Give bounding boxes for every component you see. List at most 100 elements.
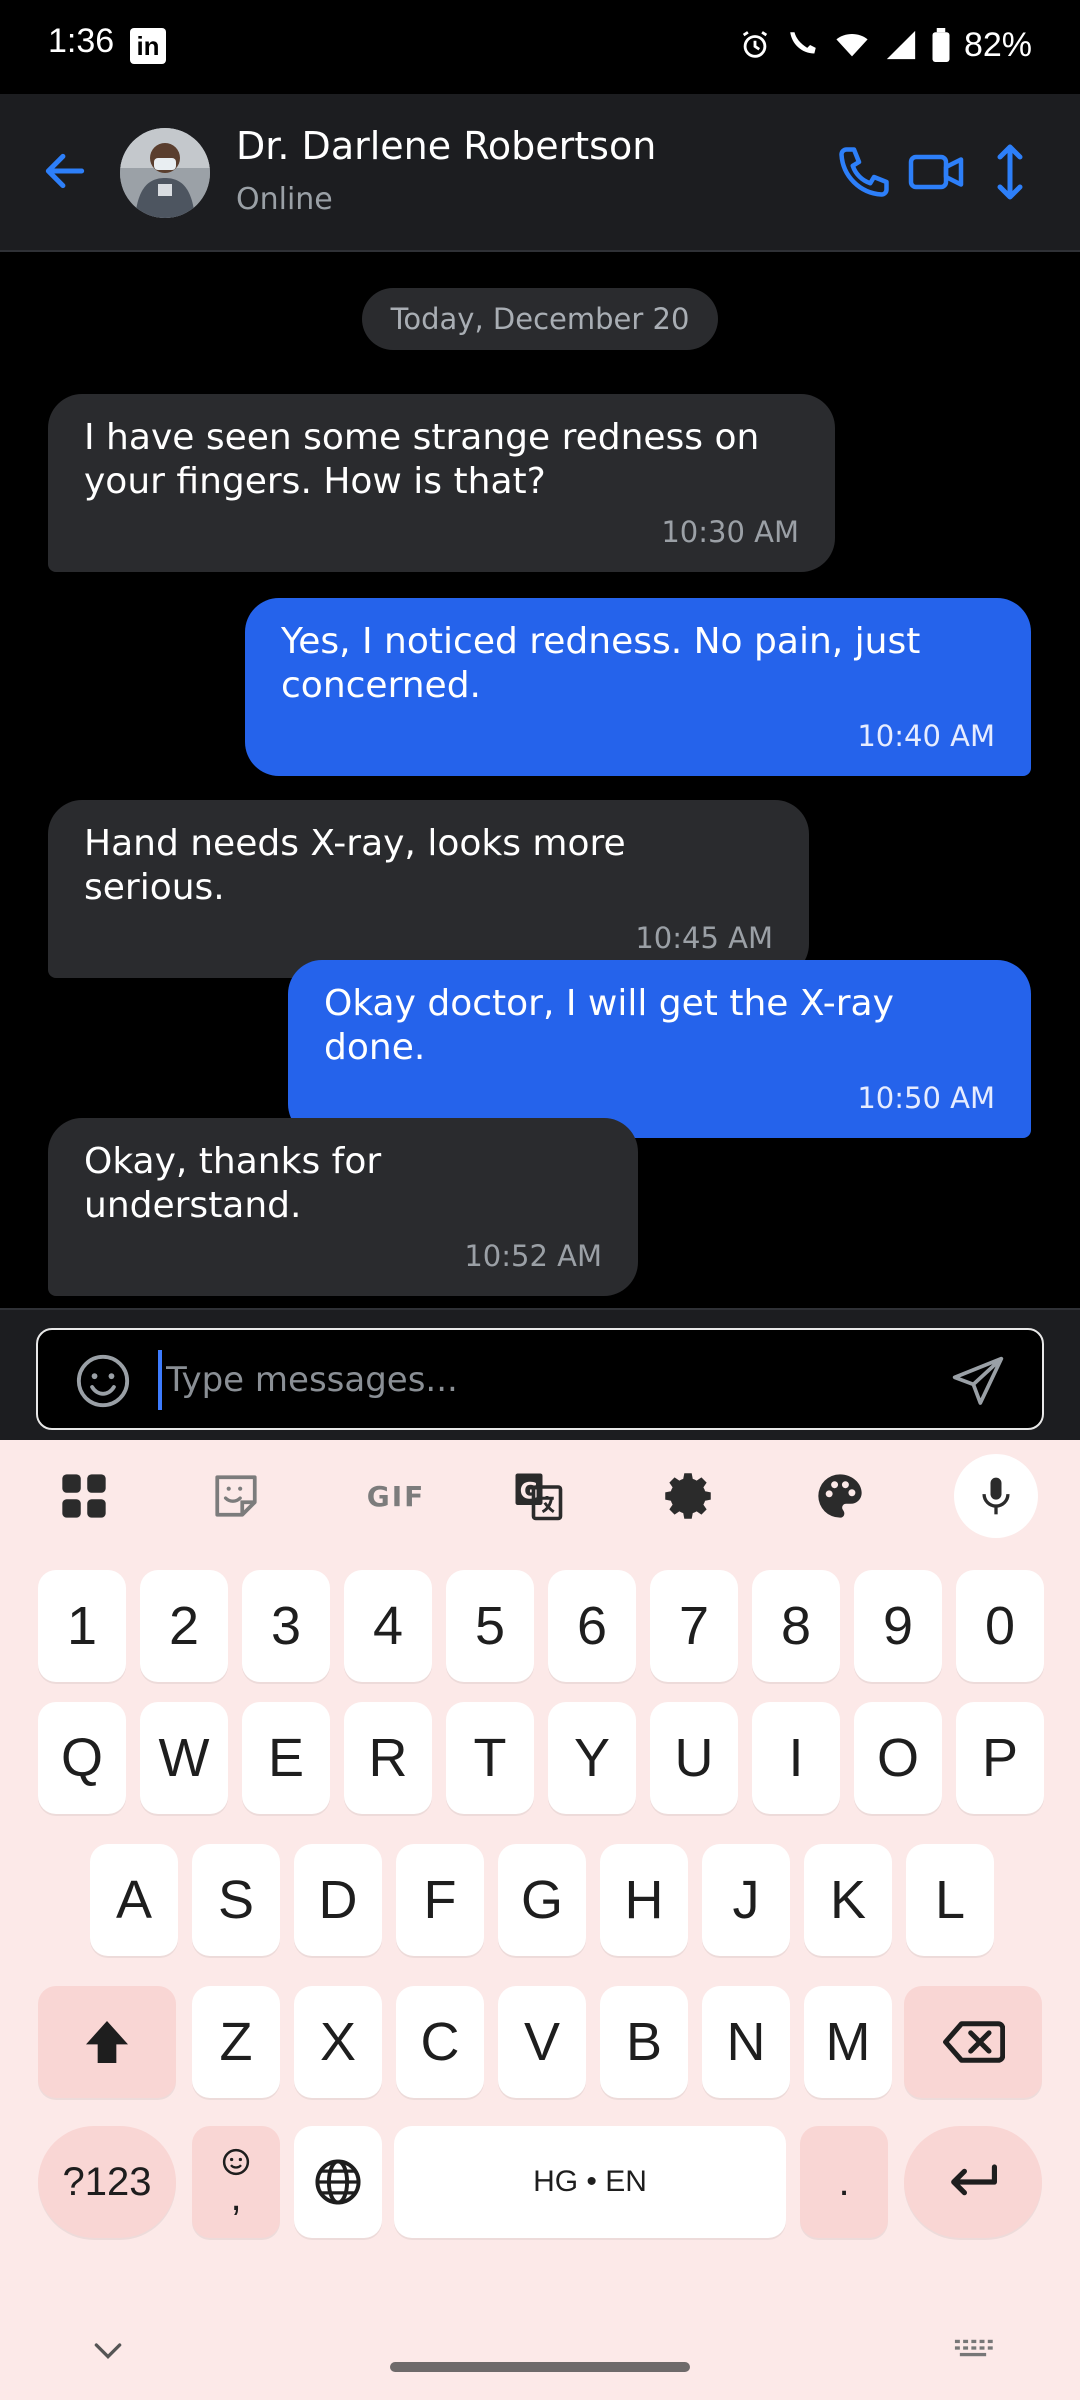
key-i[interactable]: I (752, 1702, 840, 1814)
key-t[interactable]: T (446, 1702, 534, 1814)
battery-percent: 82% (963, 25, 1032, 64)
wifi-call-icon (790, 32, 816, 54)
message-bubble-incoming[interactable]: Hand needs X-ray, looks more serious. 10… (48, 800, 809, 978)
message-bubble-incoming[interactable]: Okay, thanks for understand. 10:52 AM (48, 1118, 638, 1296)
key-r[interactable]: R (344, 1702, 432, 1814)
wifi-icon (836, 34, 868, 57)
key-b[interactable]: B (600, 1986, 688, 2098)
key-0[interactable]: 0 (956, 1570, 1044, 1682)
key-5[interactable]: 5 (446, 1570, 534, 1682)
key-6[interactable]: 6 (548, 1570, 636, 1682)
keyboard-switch-icon[interactable] (950, 2328, 996, 2368)
svg-text:G: G (520, 1478, 538, 1504)
message-time: 10:40 AM (857, 719, 995, 753)
key-k[interactable]: K (804, 1844, 892, 1956)
key-l[interactable]: L (906, 1844, 994, 1956)
key-q[interactable]: Q (38, 1702, 126, 1814)
key-h[interactable]: H (600, 1844, 688, 1956)
back-arrow-icon[interactable] (40, 146, 90, 196)
shift-key[interactable] (38, 1986, 176, 2098)
globe-icon (315, 2159, 361, 2205)
key-w[interactable]: W (140, 1702, 228, 1814)
emoji-comma-key[interactable]: , (192, 2126, 280, 2238)
on-screen-keyboard: GIF G 1 2 3 4 5 6 7 8 9 0 Q W E R T Y U … (0, 1440, 1080, 2400)
key-j[interactable]: J (702, 1844, 790, 1956)
key-1[interactable]: 1 (38, 1570, 126, 1682)
key-v[interactable]: V (498, 1986, 586, 2098)
palette-icon[interactable] (810, 1466, 870, 1526)
shift-icon (86, 2021, 128, 2063)
composer-bar (0, 1308, 1080, 1440)
backspace-icon (943, 2021, 1005, 2063)
status-time: 1:36 (48, 22, 115, 60)
send-icon[interactable] (950, 1354, 1006, 1410)
key-y[interactable]: Y (548, 1702, 636, 1814)
message-text: Okay doctor, I will get the X-ray done. (324, 983, 894, 1068)
home-gesture-bar[interactable] (390, 2362, 690, 2372)
battery-icon (932, 28, 950, 62)
key-o[interactable]: O (854, 1702, 942, 1814)
key-8[interactable]: 8 (752, 1570, 840, 1682)
key-s[interactable]: S (192, 1844, 280, 1956)
signal-icon (886, 30, 916, 60)
message-text: Okay, thanks for understand. (84, 1141, 382, 1226)
sticker-icon[interactable] (206, 1466, 266, 1526)
alarm-icon (742, 31, 768, 58)
space-bar[interactable]: HG • EN (394, 2126, 786, 2238)
key-9[interactable]: 9 (854, 1570, 942, 1682)
key-2[interactable]: 2 (140, 1570, 228, 1682)
mic-icon[interactable] (954, 1454, 1038, 1538)
enter-key[interactable] (904, 2126, 1042, 2238)
key-4[interactable]: 4 (344, 1570, 432, 1682)
emoji-small-icon (222, 2148, 250, 2176)
key-c[interactable]: C (396, 1986, 484, 2098)
apps-icon[interactable] (54, 1466, 114, 1526)
message-bubble-outgoing[interactable]: Yes, I noticed redness. No pain, just co… (245, 598, 1031, 776)
key-g[interactable]: G (498, 1844, 586, 1956)
key-p[interactable]: P (956, 1702, 1044, 1814)
key-z[interactable]: Z (192, 1986, 280, 2098)
emoji-icon[interactable] (74, 1352, 132, 1410)
key-3[interactable]: 3 (242, 1570, 330, 1682)
key-e[interactable]: E (242, 1702, 330, 1814)
period-key[interactable]: . (800, 2126, 888, 2238)
key-a[interactable]: A (90, 1844, 178, 1956)
chat-header: Dr. Darlene Robertson Online (0, 94, 1080, 252)
message-time: 10:50 AM (857, 1081, 995, 1115)
contact-name[interactable]: Dr. Darlene Robertson (236, 124, 656, 168)
message-bubble-outgoing[interactable]: Okay doctor, I will get the X-ray done. … (288, 960, 1031, 1138)
message-input[interactable] (158, 1350, 938, 1410)
key-7[interactable]: 7 (650, 1570, 738, 1682)
phone-call-icon[interactable] (834, 142, 894, 202)
message-text: I have seen some strange redness on your… (84, 417, 760, 502)
symbols-key[interactable]: ?123 (38, 2126, 176, 2238)
video-call-icon[interactable] (906, 142, 966, 202)
message-list: Today, December 20 I have seen some stra… (0, 252, 1080, 1308)
key-u[interactable]: U (650, 1702, 738, 1814)
translate-icon[interactable]: G (508, 1466, 568, 1526)
enter-icon (951, 2164, 997, 2196)
message-time: 10:45 AM (635, 921, 773, 955)
expand-vertical-icon[interactable] (980, 142, 1040, 202)
avatar[interactable] (120, 128, 210, 218)
key-m[interactable]: M (804, 1986, 892, 2098)
date-separator: Today, December 20 (362, 288, 718, 350)
message-text: Yes, I noticed redness. No pain, just co… (281, 621, 921, 706)
message-composer (36, 1328, 1044, 1430)
keyboard-toolbar: GIF G (0, 1440, 1080, 1550)
linkedin-notification-icon: in (130, 28, 166, 64)
key-x[interactable]: X (294, 1986, 382, 2098)
comma-label: , (230, 2175, 242, 2219)
key-f[interactable]: F (396, 1844, 484, 1956)
settings-icon[interactable] (658, 1466, 718, 1526)
key-d[interactable]: D (294, 1844, 382, 1956)
message-bubble-incoming[interactable]: I have seen some strange redness on your… (48, 394, 835, 572)
gif-button[interactable]: GIF (356, 1466, 436, 1526)
contact-status: Online (236, 182, 333, 217)
backspace-key[interactable] (904, 1986, 1042, 2098)
status-bar: 1:36 in 82% (0, 0, 1080, 94)
message-text: Hand needs X-ray, looks more serious. (84, 823, 626, 908)
hide-keyboard-chevron-icon[interactable] (88, 2330, 128, 2370)
language-key[interactable] (294, 2126, 382, 2238)
key-n[interactable]: N (702, 1986, 790, 2098)
